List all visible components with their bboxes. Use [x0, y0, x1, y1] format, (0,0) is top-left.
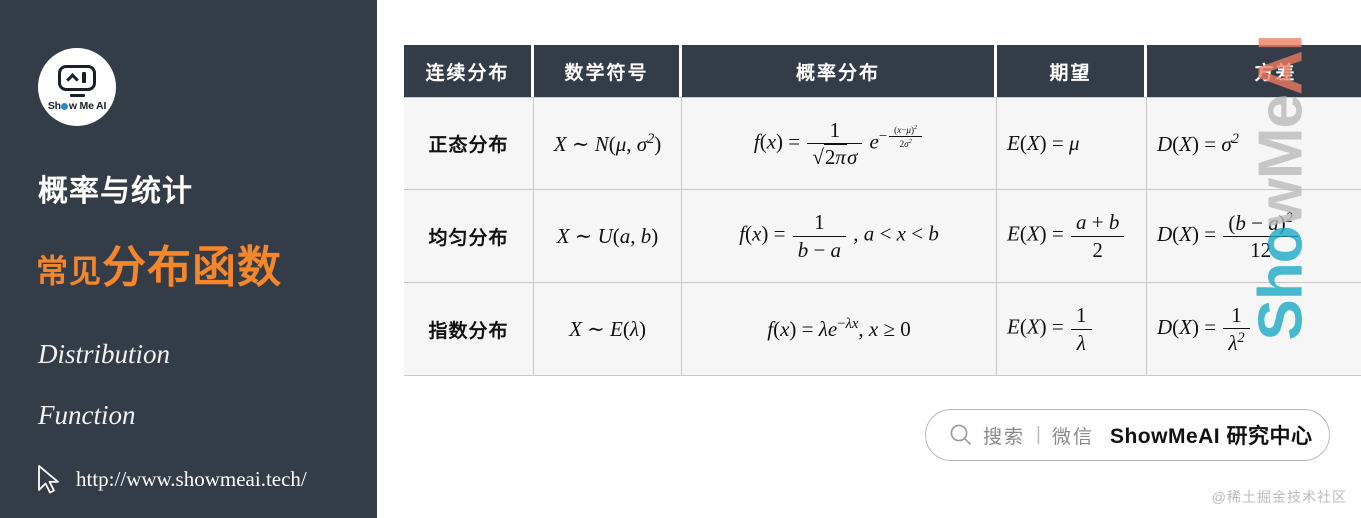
table-row: 正态分布 X ∼ N(μ, σ2) f(x) = 1 √2πσ e− (x−μ)… — [404, 97, 1361, 190]
table-row: 指数分布 X ∼ E(λ) f(x) = λe−λx, x ≥ 0 E(X) =… — [404, 283, 1361, 376]
robot-eye-bar-icon — [82, 72, 86, 83]
search-icon — [950, 424, 971, 445]
slide-page: Sh w Me AI 概率与统计 常见分布函数 Distribution Fun… — [0, 0, 1361, 518]
cell-symbol: X ∼ E(λ) — [534, 283, 682, 376]
cell-distribution-name: 均匀分布 — [404, 190, 534, 283]
cell-expectation: E(X) = 1 λ — [997, 283, 1147, 376]
headline: 常见分布函数 — [36, 246, 282, 290]
search-channel-label: 微信 — [1051, 426, 1094, 448]
distribution-table: 连续分布 数学符号 概率分布 期望 方差 正态分布 X ∼ N(μ, σ2) f… — [404, 45, 1361, 376]
table-row: 均匀分布 X ∼ U(a, b) f(x) = 1 b − a , a < x … — [404, 190, 1361, 283]
cell-pdf: f(x) = 1 √2πσ e− (x−μ)2 2σ2 — [682, 97, 997, 190]
headline-english-line2: Function — [38, 400, 136, 430]
column-header-pdf: 概率分布 — [682, 45, 997, 97]
column-header-expectation: 期望 — [997, 45, 1147, 97]
showmeai-robot-logo: Sh w Me AI — [38, 48, 116, 126]
column-header-symbol: 数学符号 — [534, 45, 682, 97]
wechat-search-pill[interactable]: 搜索 | 微信 ShowMeAI 研究中心 — [925, 409, 1330, 461]
cell-variance: D(X) = 1 λ2 — [1147, 283, 1361, 376]
search-separator: | — [1036, 424, 1041, 445]
website-url-text: http://www.showmeai.tech/ — [76, 466, 307, 491]
cursor-arrow-icon — [38, 465, 59, 494]
column-header-variance: 方差 — [1147, 45, 1361, 97]
attribution-text: @稀土掘金技术社区 — [1211, 489, 1347, 505]
headline-english-line1: Distribution — [38, 339, 171, 369]
column-header-distribution: 连续分布 — [404, 45, 534, 97]
table-header-row: 连续分布 数学符号 概率分布 期望 方差 — [404, 45, 1361, 97]
main-content: 连续分布 数学符号 概率分布 期望 方差 正态分布 X ∼ N(μ, σ2) f… — [377, 0, 1361, 518]
cell-distribution-name: 正态分布 — [404, 97, 534, 190]
sidebar: Sh w Me AI 概率与统计 常见分布函数 Distribution Fun… — [0, 0, 377, 518]
cell-expectation: E(X) = a + b 2 — [997, 190, 1147, 283]
cell-distribution-name: 指数分布 — [404, 283, 534, 376]
logo-globe-dot-icon — [61, 103, 69, 110]
website-link[interactable]: http://www.showmeai.tech/ — [34, 463, 307, 495]
cell-symbol: X ∼ U(a, b) — [534, 190, 682, 283]
headline-main: 分布函数 — [102, 243, 283, 292]
cell-pdf: f(x) = 1 b − a , a < x < b — [682, 190, 997, 283]
robot-eye-chevron-icon — [66, 72, 80, 86]
logo-wordmark-after: w Me AI — [68, 99, 107, 112]
search-label: 搜索 — [983, 426, 1026, 448]
robot-neck-shape — [69, 93, 85, 97]
cell-expectation: E(X) = μ — [997, 97, 1147, 190]
page-title: 概率与统计 — [38, 175, 193, 208]
cell-variance: D(X) = (b − a)2 12 — [1147, 190, 1361, 283]
logo-wordmark: Sh w Me AI — [47, 99, 107, 112]
robot-face-icon — [58, 64, 96, 91]
cell-symbol: X ∼ N(μ, σ2) — [534, 97, 682, 190]
logo-wordmark-before: Sh — [47, 99, 61, 112]
search-brand-name: ShowMeAI 研究中心 — [1109, 425, 1313, 448]
cell-variance: D(X) = σ2 — [1147, 97, 1361, 190]
cell-pdf: f(x) = λe−λx, x ≥ 0 — [682, 283, 997, 376]
headline-prefix: 常见 — [36, 253, 103, 289]
